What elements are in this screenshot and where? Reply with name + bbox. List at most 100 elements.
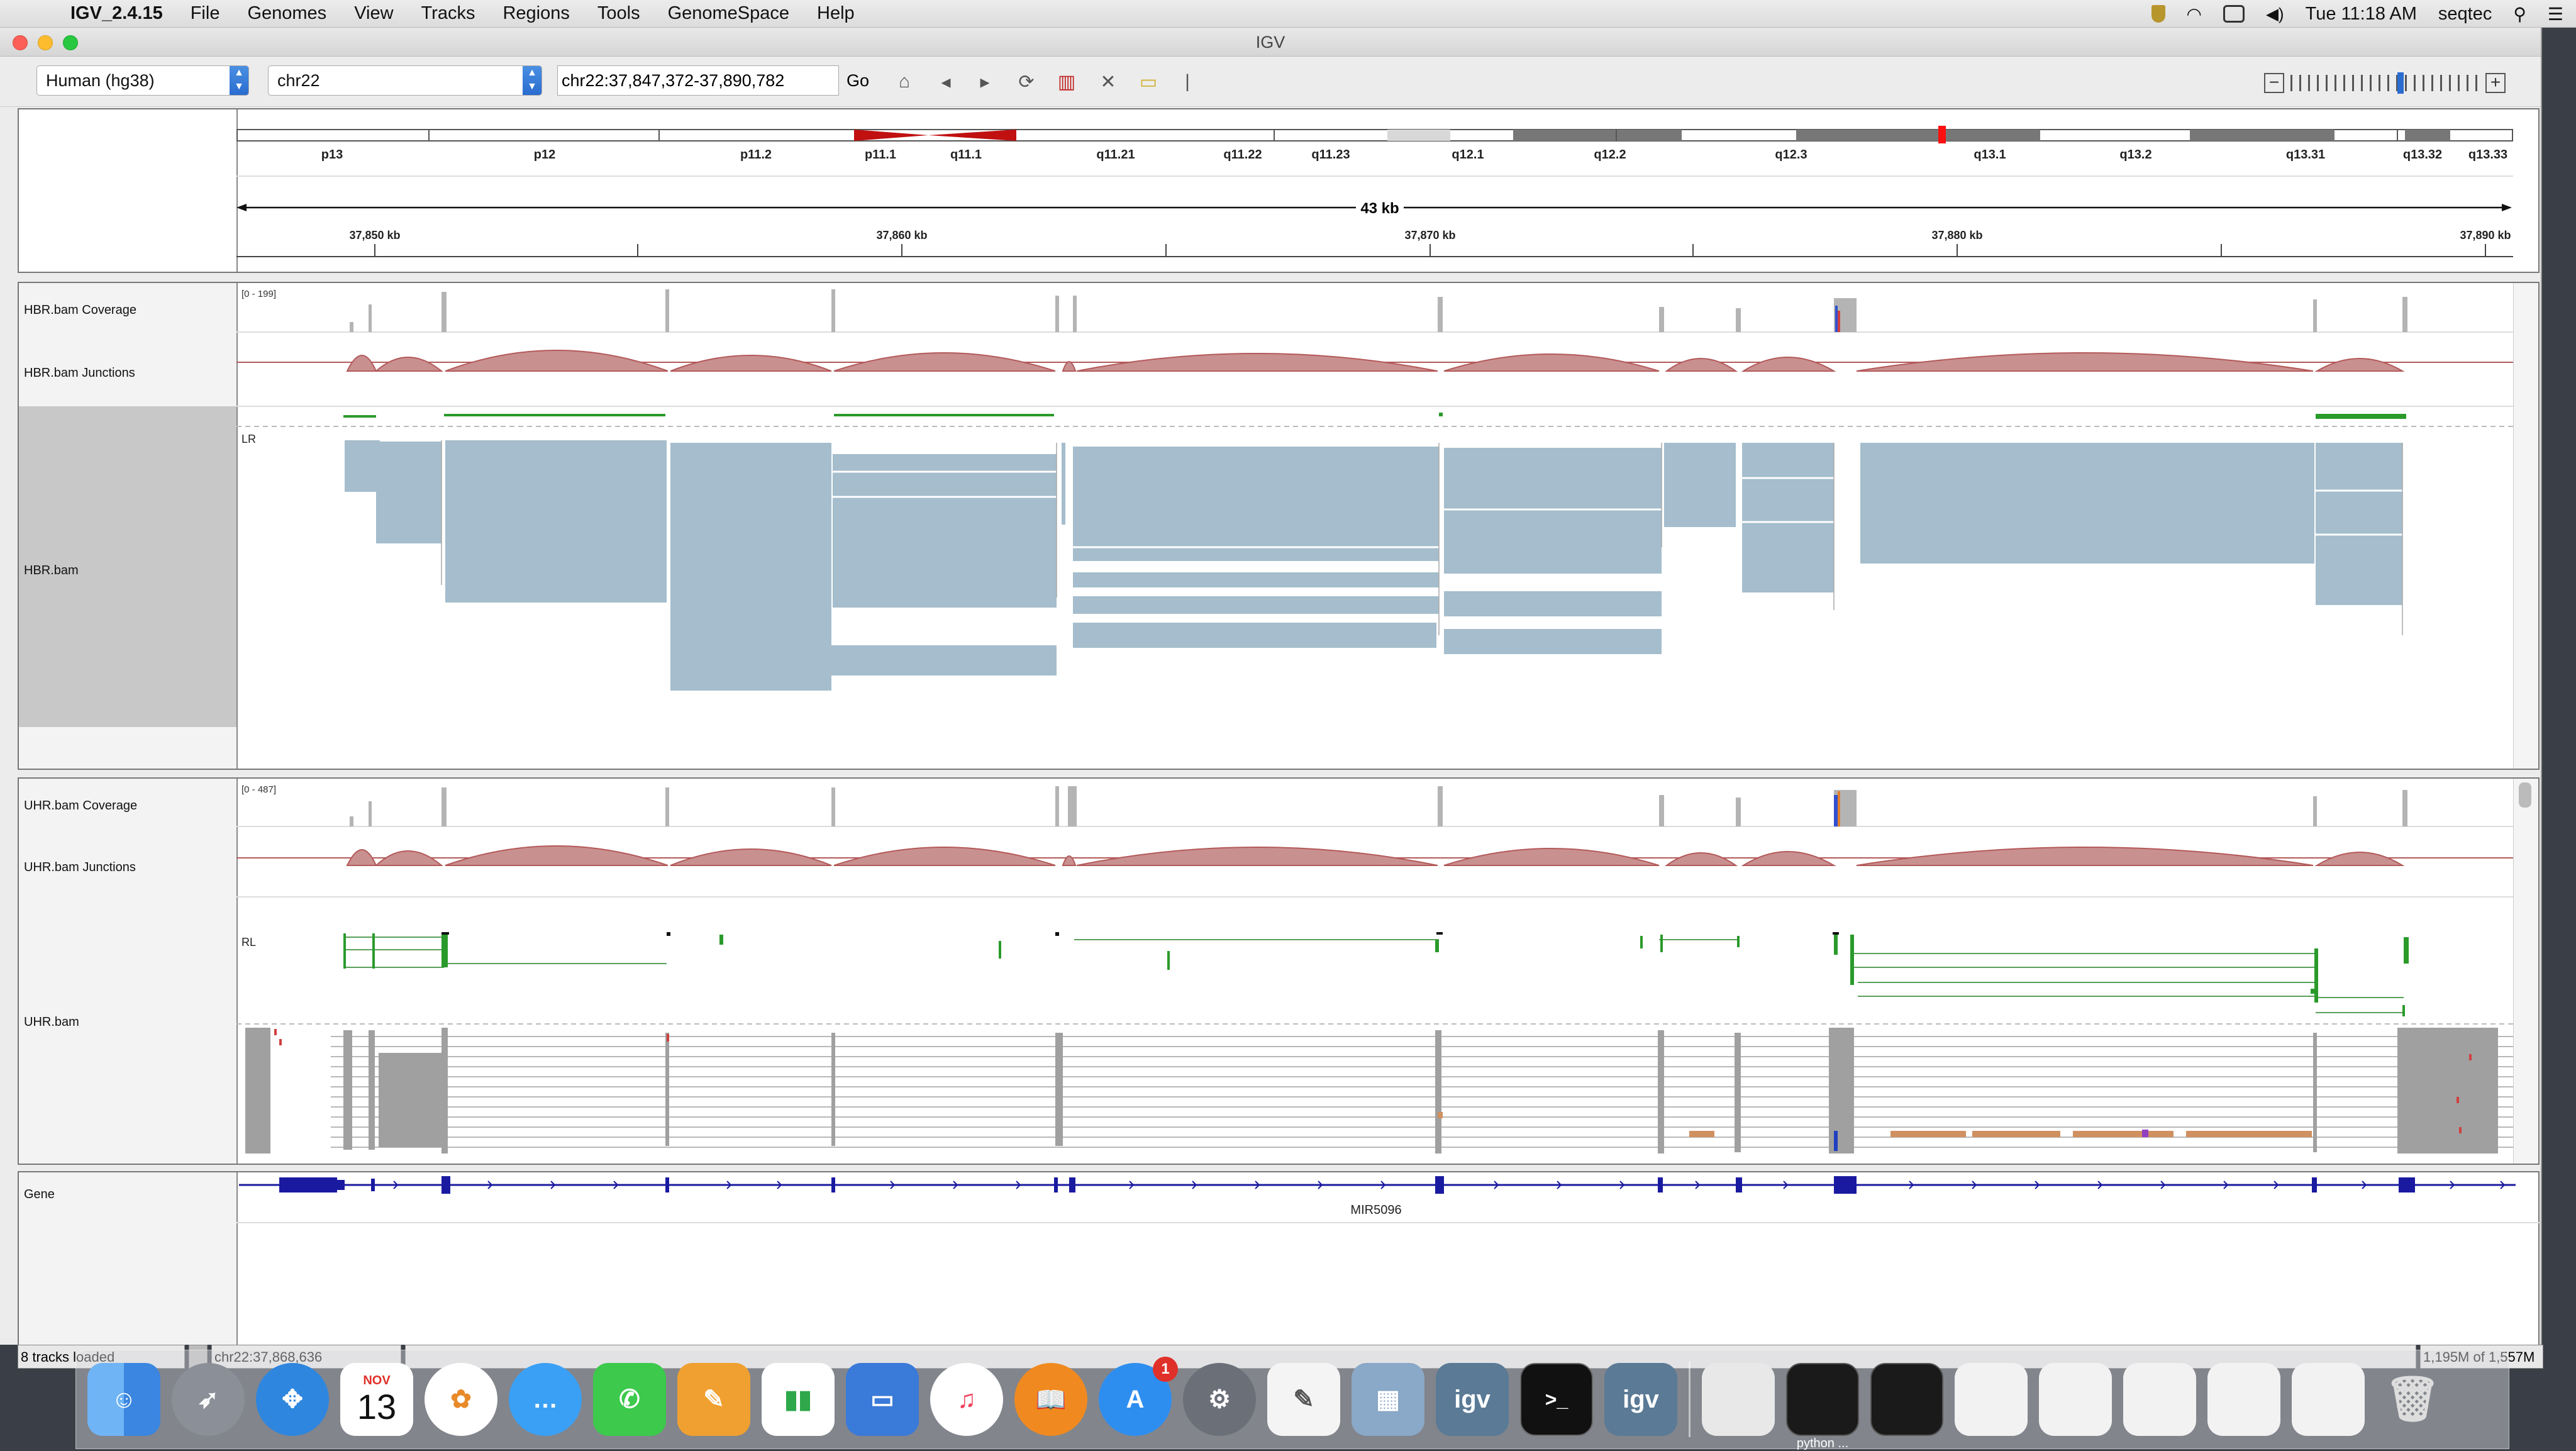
messages-icon[interactable]: … — [509, 1363, 582, 1436]
track-name-uhr-coverage[interactable]: UHR.bam Coverage — [24, 799, 137, 813]
system-preferences-icon[interactable]: ⚙ — [1183, 1363, 1256, 1436]
close-button[interactable] — [13, 35, 28, 50]
minimized-window-thumbnail[interactable] — [1702, 1363, 1775, 1436]
chevron-updown-icon: ▲ ▼ — [523, 66, 541, 95]
locus-input[interactable]: chr22:37,847,372-37,890,782 — [557, 65, 839, 96]
region-of-interest-icon[interactable]: ▥ — [1054, 70, 1079, 93]
wifi-icon[interactable]: ◠ — [2187, 4, 2202, 25]
popup-text-icon[interactable]: ▭ — [1136, 70, 1161, 93]
igv-window: IGV Human (hg38) ▲ ▼ chr22 ▲ ▼ chr22:37,84… — [0, 28, 2543, 1369]
hbr-read-blocks — [345, 440, 2402, 691]
hbr-scrollbar[interactable] — [2513, 283, 2538, 769]
track-name-hbr-junctions[interactable]: HBR.bam Junctions — [24, 366, 135, 381]
feature-panel: Gene MIR5096 — [18, 1171, 2541, 1345]
menu-tools[interactable]: Tools — [584, 3, 654, 24]
track-name-uhr-junctions[interactable]: UHR.bam Junctions — [24, 860, 136, 875]
ruler-tick-label: 37,870 kb — [1404, 229, 1455, 242]
ideogram-band-q13-2 — [2190, 130, 2334, 141]
itunes-icon[interactable]: ♫ — [930, 1363, 1003, 1436]
track-name-hbr-coverage[interactable]: HBR.bam Coverage — [24, 303, 136, 318]
notification-center-icon[interactable]: ☰ — [2548, 4, 2563, 25]
calendar-icon[interactable]: NOV 13 — [340, 1363, 413, 1436]
menu-genomespace[interactable]: GenomeSpace — [654, 3, 803, 24]
track-name-hbr-bam[interactable]: HBR.bam — [24, 564, 79, 578]
refresh-icon[interactable]: ⟳ — [1014, 70, 1039, 93]
uhr-scrollbar-thumb[interactable] — [2519, 782, 2531, 808]
numbers-icon[interactable]: ▮▮ — [762, 1363, 835, 1436]
shield-icon[interactable] — [2151, 5, 2165, 23]
ideogram-band-q11-22 — [1387, 130, 1450, 141]
current-region-marker[interactable] — [1938, 126, 1946, 143]
resize-to-window-icon[interactable]: ✕ — [1096, 70, 1121, 93]
zoom-control: − + — [2264, 72, 2506, 94]
menu-view[interactable]: View — [340, 3, 407, 24]
textedit-icon[interactable]: ✎ — [1267, 1363, 1340, 1436]
zoom-slider[interactable] — [2290, 72, 2479, 94]
uhr-insertion-mark — [2142, 1130, 2148, 1137]
minimized-terminal-thumbnail[interactable] — [1870, 1363, 1943, 1436]
zoom-in-button[interactable]: + — [2485, 73, 2506, 93]
facetime-icon[interactable]: ✆ — [593, 1363, 666, 1436]
go-button[interactable]: Go — [847, 65, 869, 96]
menu-help[interactable]: Help — [803, 3, 869, 24]
minimized-window-thumbnail[interactable] — [2123, 1363, 2196, 1436]
menubar-clock[interactable]: Tue 11:18 AM — [2306, 4, 2417, 25]
ideogram-band-q13-32 — [2405, 130, 2450, 141]
uhr-coverage-mismatch — [1834, 795, 1838, 826]
home-icon[interactable]: ⌂ — [892, 70, 917, 93]
uhr-feature-blocks — [343, 932, 2409, 1016]
safari-icon[interactable]: ✥ — [256, 1363, 329, 1436]
hbr-name-column: HBR.bam Coverage HBR.bam Junctions HBR.b… — [19, 283, 238, 769]
genome-select[interactable]: Human (hg38) ▲ ▼ — [36, 65, 249, 96]
uhr-junction-arcs — [346, 845, 2405, 866]
zoom-out-button[interactable]: − — [2264, 73, 2284, 93]
genome-select-value: Human (hg38) — [46, 71, 155, 90]
preview-icon[interactable]: ▦ — [1352, 1363, 1424, 1436]
menu-genomes[interactable]: Genomes — [233, 3, 340, 24]
uhr-scrollbar[interactable] — [2513, 779, 2538, 1164]
ibooks-icon[interactable]: 📖 — [1014, 1363, 1087, 1436]
menu-tracks[interactable]: Tracks — [408, 3, 489, 24]
uhr-mismatch-marks — [274, 1029, 2472, 1133]
igv-icon-2[interactable]: igv — [1604, 1363, 1677, 1436]
menu-app-name[interactable]: IGV_2.4.15 — [57, 3, 177, 24]
menu-regions[interactable]: Regions — [489, 3, 583, 24]
chromosome-select[interactable]: chr22 ▲ ▼ — [268, 65, 542, 96]
spotlight-search-icon[interactable]: ⚲ — [2513, 4, 2526, 25]
finder-icon[interactable]: ☺ — [87, 1363, 160, 1436]
photos-icon[interactable]: ✿ — [425, 1363, 497, 1436]
minimized-python-terminal[interactable]: python ... — [1786, 1363, 1859, 1450]
app-store-icon[interactable]: A1 — [1099, 1357, 1178, 1436]
menu-file[interactable]: File — [177, 3, 234, 24]
terminal-icon[interactable]: >_ — [1520, 1363, 1593, 1436]
hbr-feature-ticks — [343, 413, 2406, 419]
keynote-icon[interactable]: ▭ — [846, 1363, 919, 1436]
minimized-window-thumbnail[interactable] — [1955, 1363, 2028, 1436]
ideogram-band-q12-1 — [1513, 130, 1682, 141]
uhr-mismatch-marks — [1438, 1112, 2312, 1137]
minimized-window-thumbnail[interactable] — [2207, 1363, 2280, 1436]
ruler-line-icon[interactable]: | — [1175, 70, 1200, 93]
forward-arrow-icon[interactable]: ▸ — [972, 70, 997, 93]
minimized-window-thumbnail[interactable] — [2292, 1363, 2365, 1436]
launchpad-icon[interactable]: ➶ — [172, 1363, 245, 1436]
window-title: IGV — [1255, 33, 1285, 52]
back-arrow-icon[interactable]: ◂ — [933, 70, 958, 93]
track-name-uhr-bam[interactable]: UHR.bam — [24, 1015, 79, 1030]
volume-icon[interactable]: ◀) — [2266, 4, 2284, 24]
minimize-button[interactable] — [38, 35, 53, 50]
airplay-icon[interactable] — [2223, 5, 2245, 23]
pages-icon[interactable]: ✎ — [677, 1363, 750, 1436]
minimized-window-thumbnail[interactable] — [2039, 1363, 2112, 1436]
band-label: q11.1 — [950, 148, 982, 162]
igv-icon[interactable]: igv — [1436, 1363, 1509, 1436]
zoom-slider-thumb[interactable] — [2397, 72, 2404, 94]
trash-icon[interactable]: 🗑 — [2376, 1363, 2449, 1436]
track-name-gene[interactable]: Gene — [24, 1187, 55, 1202]
menubar-user[interactable]: seqtec — [2438, 4, 2492, 25]
header-data-area: p13 p12 p11.2 p11.1 q11.1 q11.21 q11.22 … — [236, 109, 2538, 272]
zoom-button[interactable] — [63, 35, 78, 50]
app-store-badge: 1 — [1153, 1357, 1178, 1382]
uhr-tracks-svg: [0 - 487] RL — [236, 784, 2526, 1154]
band-label: p13 — [321, 148, 343, 162]
